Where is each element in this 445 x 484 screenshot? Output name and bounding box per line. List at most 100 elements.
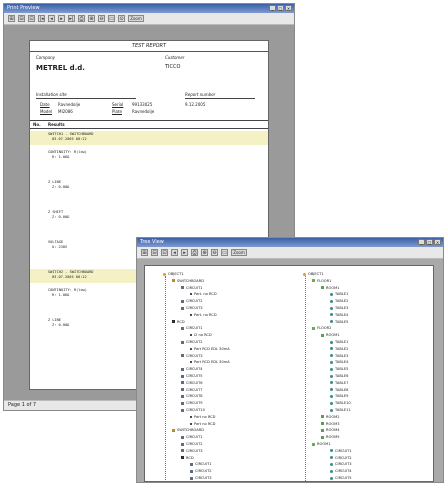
tree-node-tab[interactable]: CIRCUIT5	[330, 476, 352, 481]
tree-node-tab[interactable]: TABLE7	[330, 381, 348, 386]
tree-node-grp[interactable]: CIRCUIT1	[181, 326, 203, 331]
tree-node-label: SWITCHBOARD	[177, 278, 204, 283]
tree-node-room[interactable]: ROOM5	[321, 435, 340, 440]
tree-node-circ[interactable]: RCD	[172, 320, 185, 325]
preview-tool-7-icon[interactable]: ▸|	[68, 15, 75, 22]
tree-titlebar[interactable]: Tree View _ □ ×	[137, 238, 443, 247]
tree-node-root[interactable]: OBJECT1	[163, 272, 184, 277]
result-title: CONTINUITY: R(low)	[48, 288, 87, 292]
tree-zoom-button[interactable]: Zoom	[231, 249, 247, 256]
tree-node-room[interactable]: ROOM1	[321, 286, 340, 291]
tree-node-grp[interactable]: CIRCUIT2	[181, 442, 203, 447]
tree-tool-3-icon[interactable]: ⊡	[161, 249, 168, 256]
preview-tool-3-icon[interactable]: ⊡	[28, 15, 35, 22]
preview-tool-12-icon[interactable]: ⊙	[118, 15, 125, 22]
tree-node-circ[interactable]: RCD	[181, 456, 194, 461]
tree-node-grp[interactable]: CIRCUIT3	[190, 476, 212, 481]
tree-node-tab[interactable]: TABLE9	[330, 394, 348, 399]
tree-node-pt[interactable]: Part RCD EDL 30mA	[190, 347, 230, 352]
preview-tool-5-icon[interactable]: ◂	[48, 15, 55, 22]
tree-node-grp[interactable]: CIRCUIT6	[181, 381, 203, 386]
preview-tool-4-icon[interactable]: |◂	[38, 15, 45, 22]
tree-close-button[interactable]: ×	[434, 239, 441, 245]
tree-node-tab[interactable]: TABLE11	[330, 408, 351, 413]
tree-node-grp[interactable]: CIRCUIT2	[181, 340, 203, 345]
maximize-button[interactable]: □	[277, 5, 284, 11]
tree-tool-5-icon[interactable]: ▸	[181, 249, 188, 256]
tree-node-grp[interactable]: CIRCUIT4	[181, 367, 203, 372]
tree-node-grp[interactable]: CIRCUIT9	[181, 401, 203, 406]
node-circ-icon	[181, 456, 184, 460]
minimize-button[interactable]: _	[269, 5, 276, 11]
tree-node-pt[interactable]: Part no RCD	[190, 422, 215, 427]
preview-tool-10-icon[interactable]: ⊖	[98, 15, 105, 22]
preview-tool-2-icon[interactable]: ⊟	[18, 15, 25, 22]
tree-node-tab[interactable]: TABLE5	[330, 320, 348, 325]
preview-tool-1-icon[interactable]: ⊞	[8, 15, 15, 22]
tree-tool-7-icon[interactable]: ⊕	[201, 249, 208, 256]
tree-node-floor[interactable]: FLOOR1	[312, 279, 331, 284]
tree-node-tab[interactable]: CIRCUIT1	[330, 449, 352, 454]
close-button[interactable]: ×	[285, 5, 292, 11]
tree-node-tab[interactable]: TABLE5	[330, 367, 348, 372]
preview-tool-8-icon[interactable]: ⎙	[78, 15, 85, 22]
tree-node-room[interactable]: ROOM2	[321, 415, 340, 420]
tree-node-tab[interactable]: TABLE8	[330, 388, 348, 393]
tree-node-floor[interactable]: ROOM1	[312, 442, 331, 447]
tree-node-tab[interactable]: TABLE1	[330, 292, 348, 297]
preview-zoom-button[interactable]: Zoom	[128, 15, 144, 22]
tree-node-room[interactable]: ROOM1	[321, 333, 340, 338]
tree-node-tab[interactable]: TABLE6	[330, 374, 348, 379]
tree-node-grp[interactable]: CIRCUIT2	[181, 299, 203, 304]
tree-node-grp[interactable]: CIRCUIT1	[181, 435, 203, 440]
tree-node-grp[interactable]: CIRCUIT7	[181, 388, 203, 393]
tree-node-grp[interactable]: CIRCUIT1	[181, 286, 203, 291]
tree-maximize-button[interactable]: □	[426, 239, 433, 245]
tree-node-tab[interactable]: TABLE3	[330, 306, 348, 311]
tree-node-grp[interactable]: CIRCUIT1	[190, 462, 212, 467]
tree-node-grp[interactable]: CIRCUIT2	[190, 469, 212, 474]
tree-node-pt[interactable]: Part no RCD	[190, 415, 215, 420]
tree-node-tab[interactable]: TABLE4	[330, 360, 348, 365]
tree-node-tab[interactable]: TABLE2	[330, 347, 348, 352]
tree-tool-8-icon[interactable]: ⊖	[211, 249, 218, 256]
tree-tool-1-icon[interactable]: ⊞	[141, 249, 148, 256]
tree-node-tab[interactable]: TABLE2	[330, 299, 348, 304]
tree-node-room[interactable]: ROOM3	[321, 422, 340, 427]
window-titlebar[interactable]: Print Preview _ □ ×	[4, 4, 294, 13]
tree-tool-6-icon[interactable]: ⎙	[191, 249, 198, 256]
tree-node-grp[interactable]: CIRCUIT5	[181, 374, 203, 379]
tree-tool-2-icon[interactable]: ⊟	[151, 249, 158, 256]
tree-node-tab[interactable]: CIRCUIT4	[330, 469, 352, 474]
tree-node-label: CIRCUIT1	[195, 462, 212, 467]
tree-node-tab[interactable]: TABLE10	[330, 401, 351, 406]
preview-tool-9-icon[interactable]: ⊕	[88, 15, 95, 22]
node-grp-icon	[181, 408, 184, 412]
tree-node-tab[interactable]: TABLE3	[330, 354, 348, 359]
tree-node-pt[interactable]: I2 no RCD	[190, 333, 212, 338]
tree-node-root[interactable]: OBJECT1	[303, 272, 324, 277]
tree-minimize-button[interactable]: _	[418, 239, 425, 245]
tree-node-tab[interactable]: TABLE1	[330, 340, 348, 345]
tree-node-tab[interactable]: CIRCUIT3	[330, 462, 352, 467]
tree-node-pt[interactable]: Part. no RCD	[190, 313, 217, 318]
tree-node-room[interactable]: ROOM4	[321, 428, 340, 433]
tree-view-window: Tree View _ □ × ⊞ ⊟ ⊡ ◂ ▸ ⎙ ⊕ ⊖ ▭ Zoom OBJECT1 SWI…	[136, 237, 444, 483]
tree-node-grp[interactable]: CIRCUIT8	[181, 394, 203, 399]
preview-tool-6-icon[interactable]: ▸	[58, 15, 65, 22]
tree-node-tab[interactable]: CIRCUIT2	[330, 456, 352, 461]
tree-node-sw[interactable]: SWITCHBOARD	[172, 428, 204, 433]
tree-node-tab[interactable]: TABLE4	[330, 313, 348, 318]
tree-tool-4-icon[interactable]: ◂	[171, 249, 178, 256]
node-grp-icon	[181, 442, 184, 446]
tree-node-pt[interactable]: Part RCD EDL 30mA	[190, 360, 230, 365]
tree-node-grp[interactable]: CIRCUIT3	[181, 306, 203, 311]
tree-node-grp[interactable]: CIRCUIT10	[181, 408, 205, 413]
tree-tool-9-icon[interactable]: ▭	[221, 249, 228, 256]
tree-node-grp[interactable]: CIRCUIT3	[181, 449, 203, 454]
tree-node-pt[interactable]: Part. no RCD	[190, 292, 217, 297]
tree-node-sw[interactable]: SWITCHBOARD	[172, 279, 204, 284]
preview-tool-11-icon[interactable]: ▭	[108, 15, 115, 22]
tree-node-floor[interactable]: FLOOR2	[312, 326, 331, 331]
tree-node-grp[interactable]: CIRCUIT3	[181, 354, 203, 359]
